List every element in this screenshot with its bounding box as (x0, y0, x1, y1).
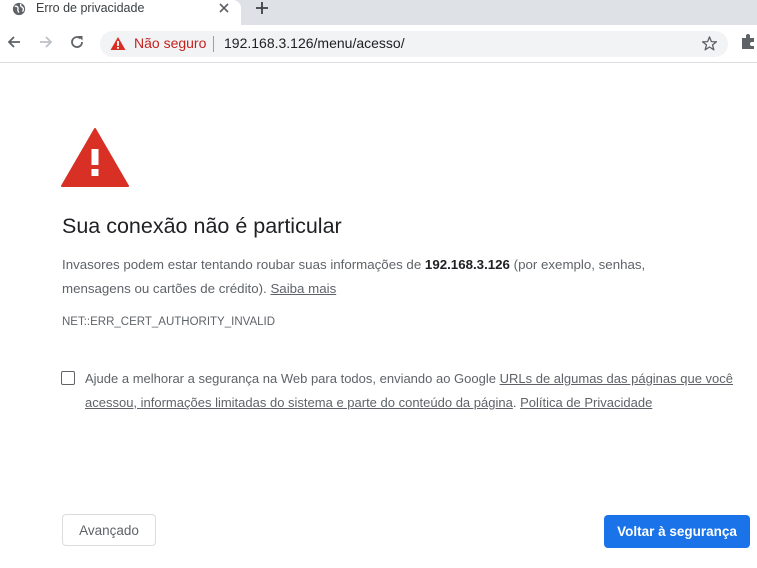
bookmark-star-icon[interactable] (701, 35, 718, 52)
host-name: 192.168.3.126 (424, 257, 510, 272)
explanation-paragraph: Invasores podem estar tentando roubar su… (62, 253, 702, 301)
address-bar[interactable]: Não seguro 192.168.3.126/menu/acesso/ (100, 31, 728, 57)
extensions-puzzle-icon[interactable] (740, 33, 757, 50)
url-text[interactable]: 192.168.3.126/menu/acesso/ (224, 35, 405, 51)
close-tab-icon[interactable] (216, 0, 232, 16)
reload-icon[interactable] (68, 33, 86, 51)
explanation-text: Invasores podem estar tentando roubar su… (62, 257, 425, 272)
page-title: Sua conexão não é particular (62, 214, 342, 238)
browser-toolbar: Não seguro 192.168.3.126/menu/acesso/ (0, 25, 757, 63)
advanced-button[interactable]: Avançado (62, 514, 156, 546)
new-tab-icon[interactable] (254, 0, 270, 16)
warning-icon[interactable] (110, 36, 126, 51)
optin-text: Ajude a melhorar a segurança na Web para… (85, 371, 500, 386)
forward-arrow-icon[interactable] (37, 33, 55, 51)
globe-icon (12, 2, 26, 16)
optin-checkbox[interactable] (61, 371, 75, 385)
active-tab[interactable]: Erro de privacidade (0, 0, 241, 25)
tab-strip: Erro de privacidade (0, 0, 757, 25)
danger-triangle-icon (61, 128, 129, 187)
privacy-policy-link[interactable]: Política de Privacidade (520, 395, 652, 410)
learn-more-link[interactable]: Saiba mais (270, 281, 336, 296)
not-secure-label[interactable]: Não seguro (134, 35, 206, 51)
divider (213, 36, 214, 52)
back-to-safety-button[interactable]: Voltar à segurança (604, 515, 750, 548)
tab-title: Erro de privacidade (36, 1, 145, 15)
optin-label: Ajude a melhorar a segurança na Web para… (85, 367, 745, 415)
optin-separator: . (512, 395, 521, 410)
error-code: NET::ERR_CERT_AUTHORITY_INVALID (62, 316, 276, 328)
back-arrow-icon[interactable] (5, 33, 23, 51)
